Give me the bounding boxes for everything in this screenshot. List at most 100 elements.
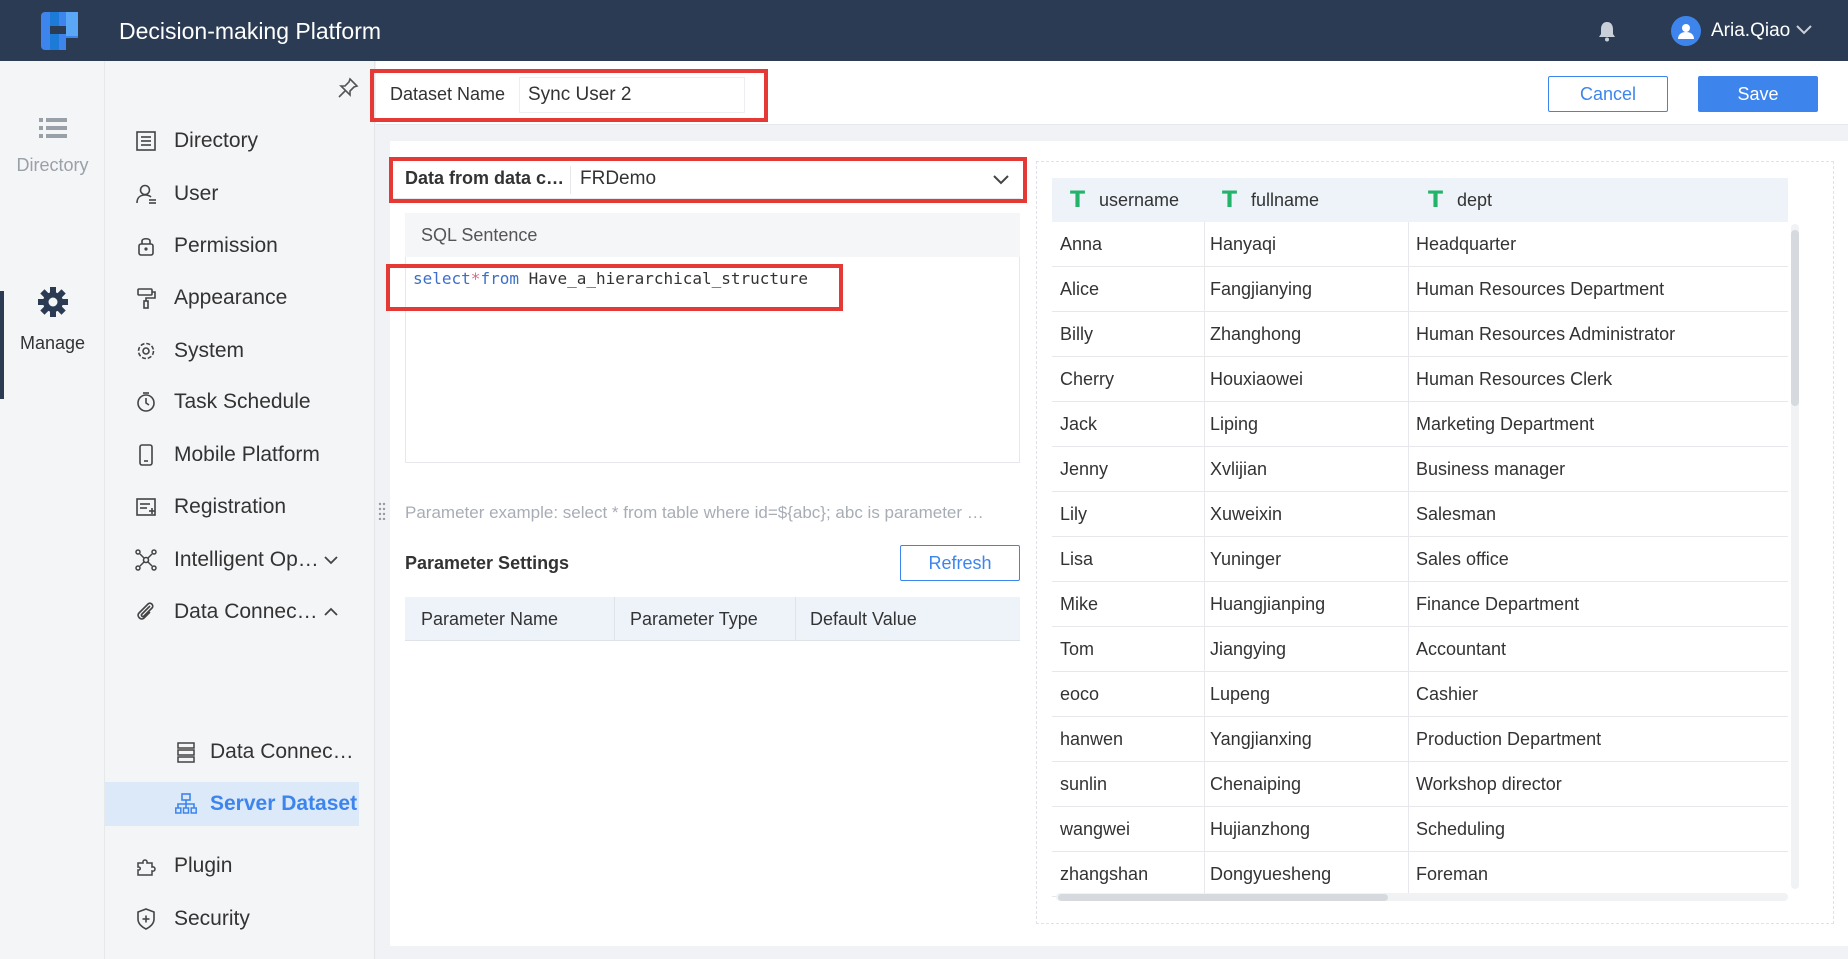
table-cell: Finance Department xyxy=(1416,594,1580,614)
mobile-icon xyxy=(139,444,153,466)
table-row[interactable]: Jack Liping Marketing Department xyxy=(1052,402,1788,447)
column-divider xyxy=(1408,627,1409,671)
table-row[interactable]: Cherry Houxiaowei Human Resources Clerk xyxy=(1052,357,1788,402)
parameter-table-header: Parameter Name Parameter Type Default Va… xyxy=(405,597,1020,641)
column-divider xyxy=(1204,447,1205,491)
sidebar-subitem-data-connection[interactable]: Data Connec… xyxy=(105,730,359,774)
gear-icon xyxy=(37,287,68,317)
sidebar-item-appearance[interactable]: Appearance xyxy=(105,279,360,317)
table-cell: Hujianzhong xyxy=(1210,819,1311,839)
table-cell: Lupeng xyxy=(1210,684,1271,704)
table-row[interactable]: Billy Zhanghong Human Resources Administra… xyxy=(1052,312,1788,357)
sidebar-item-label: Data Connec… xyxy=(174,600,318,623)
horizontal-scrollbar-thumb[interactable] xyxy=(1058,894,1388,901)
sidebar-item-label: Intelligent Op… xyxy=(174,548,319,571)
table-cell: Houxiaowei xyxy=(1210,369,1304,389)
cancel-button[interactable]: Cancel xyxy=(1548,76,1668,112)
table-row[interactable]: zhangshan Dongyuesheng Foreman xyxy=(1052,852,1788,897)
column-divider xyxy=(1204,357,1205,401)
table-cell: Chenaiping xyxy=(1210,774,1302,794)
sql-editor-title: SQL Sentence xyxy=(421,225,538,245)
refresh-button[interactable]: Refresh xyxy=(900,545,1020,581)
column-divider xyxy=(1408,222,1409,266)
sidebar-item-directory[interactable]: Directory xyxy=(105,122,360,160)
sidebar-item-security[interactable]: Security xyxy=(105,900,360,938)
chevron-up-icon[interactable] xyxy=(323,605,339,619)
table-row[interactable]: Lisa Yuninger Sales office xyxy=(1052,537,1788,582)
table-row[interactable]: Jenny Xvlijian Business manager xyxy=(1052,447,1788,492)
sidebar-item-task-schedule[interactable]: Task Schedule xyxy=(105,383,360,421)
table-row[interactable]: sunlin Chenaiping Workshop director xyxy=(1052,762,1788,807)
table-row[interactable]: Mike Huangjianping Finance Department xyxy=(1052,582,1788,627)
bell-icon[interactable] xyxy=(1597,20,1617,42)
sidebar: Directory User Permission Appearance Sys… xyxy=(105,61,375,959)
paint-roller-icon xyxy=(137,288,156,309)
column-divider xyxy=(1408,762,1409,806)
column-divider xyxy=(1204,267,1205,311)
avatar[interactable] xyxy=(1671,16,1701,46)
column-divider xyxy=(1204,672,1205,716)
table-row[interactable]: Tom Jiangying Accountant xyxy=(1052,627,1788,672)
sidebar-item-intelligent-operation[interactable]: Intelligent Op… xyxy=(105,541,360,579)
table-cell: Dongyuesheng xyxy=(1210,864,1332,884)
table-cell: wangwei xyxy=(1060,819,1131,839)
column-header-default-value: Default Value xyxy=(810,609,917,629)
sidebar-item-mobile-platform[interactable]: Mobile Platform xyxy=(105,436,360,474)
table-cell: sunlin xyxy=(1060,774,1108,794)
column-divider xyxy=(1408,582,1409,626)
sidebar-item-data-connection[interactable]: Data Connec… xyxy=(105,593,360,631)
column-divider xyxy=(1204,222,1205,266)
table-row[interactable]: hanwen Yangjianxing Production Department xyxy=(1052,717,1788,762)
shield-icon xyxy=(137,908,155,930)
chevron-down-icon[interactable] xyxy=(323,553,339,567)
column-divider xyxy=(614,597,615,641)
table-cell: Huangjianping xyxy=(1210,594,1326,614)
sidebar-subitem-server-dataset[interactable]: Server Dataset xyxy=(105,782,359,826)
column-divider xyxy=(1204,312,1205,356)
column-divider xyxy=(1408,447,1409,491)
column-header-username[interactable]: Tusername xyxy=(1070,178,1179,222)
table-cell: Human Resources Department xyxy=(1416,279,1665,299)
table-row[interactable]: wangwei Hujianzhong Scheduling xyxy=(1052,807,1788,852)
sidebar-item-plugin[interactable]: Plugin xyxy=(105,847,360,885)
chevron-down-icon[interactable] xyxy=(1795,22,1813,36)
column-divider xyxy=(1408,537,1409,581)
drag-handle-icon[interactable] xyxy=(378,502,386,520)
table-row[interactable]: eoco Lupeng Cashier xyxy=(1052,672,1788,717)
sidebar-item-user[interactable]: User xyxy=(105,175,360,213)
table-row[interactable]: Lily Xuweixin Salesman xyxy=(1052,492,1788,537)
sidebar-subitem-label: Data Connec… xyxy=(210,740,354,763)
column-divider xyxy=(1408,402,1409,446)
parameter-settings-title: Parameter Settings xyxy=(405,553,570,573)
sidebar-item-registration[interactable]: Registration xyxy=(105,488,360,526)
list-icon xyxy=(38,118,67,138)
table-cell: Lily xyxy=(1060,504,1088,524)
column-divider xyxy=(1204,627,1205,671)
table-cell: Zhanghong xyxy=(1210,324,1302,344)
rail-manage-label: Manage xyxy=(19,333,86,353)
table-cell: Alice xyxy=(1060,279,1100,299)
table-cell: Workshop director xyxy=(1416,774,1562,794)
column-header-fullname[interactable]: Tfullname xyxy=(1222,178,1319,222)
column-header-dept[interactable]: Tdept xyxy=(1428,178,1492,222)
table-cell: Mike xyxy=(1060,594,1099,614)
save-button[interactable]: Save xyxy=(1698,76,1818,112)
text-type-icon: T xyxy=(1070,187,1086,213)
user-name[interactable]: Aria.Qiao xyxy=(1711,20,1790,42)
table-row[interactable]: Alice Fangjianying Human Resources Departm… xyxy=(1052,267,1788,312)
sidebar-item-label: Mobile Platform xyxy=(174,443,320,466)
rail-manage[interactable]: Manage xyxy=(0,286,105,354)
table-cell: hanwen xyxy=(1060,729,1124,749)
table-row[interactable]: Anna Hanyaqi Headquarter xyxy=(1052,222,1788,267)
sidebar-item-permission[interactable]: Permission xyxy=(105,227,360,265)
app-logo-icon xyxy=(41,12,78,50)
sidebar-item-system[interactable]: System xyxy=(105,332,360,370)
table-cell: Fangjianying xyxy=(1210,279,1313,299)
table-cell: Production Department xyxy=(1416,729,1602,749)
highlight-box-sql xyxy=(386,264,843,311)
vertical-scrollbar-thumb[interactable] xyxy=(1791,230,1799,406)
rail-directory[interactable]: Directory xyxy=(0,116,105,176)
sidebar-item-label: Plugin xyxy=(174,854,233,877)
pin-icon[interactable] xyxy=(337,77,359,99)
table-cell: Xvlijian xyxy=(1210,459,1268,479)
